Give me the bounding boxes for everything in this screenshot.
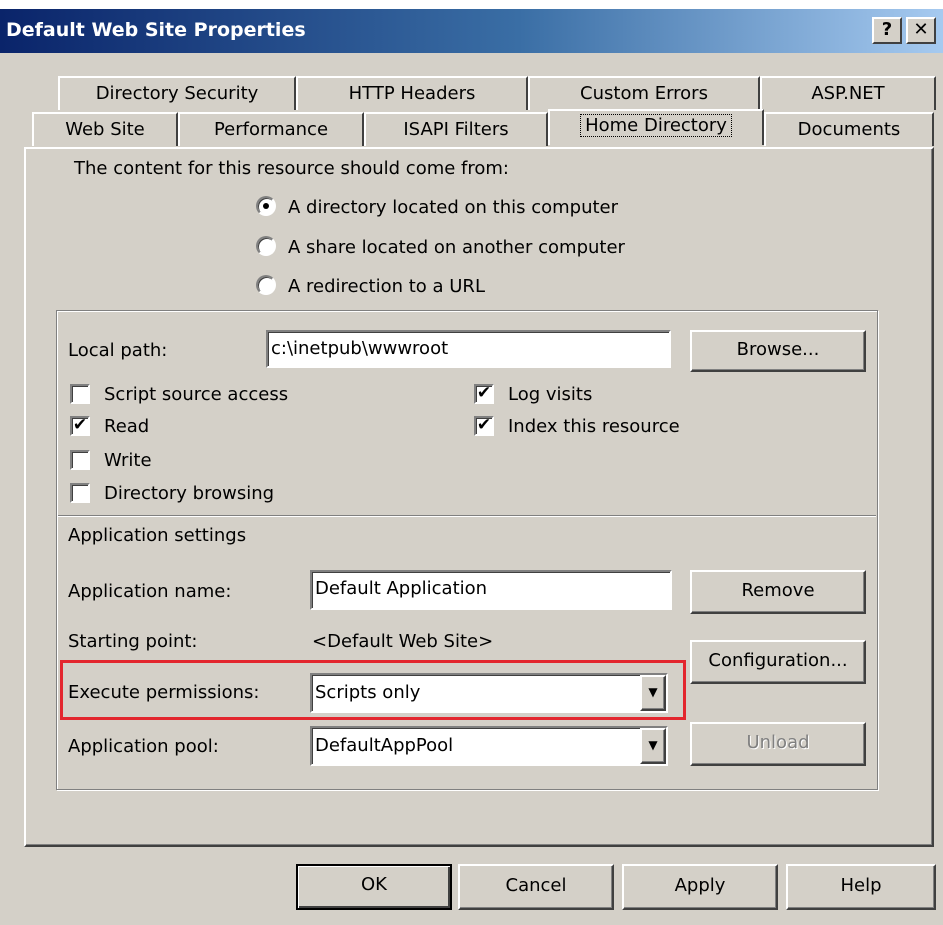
help-icon: ? — [881, 19, 893, 40]
tab-label: Custom Errors — [580, 83, 708, 104]
application-pool-select[interactable]: DefaultAppPool ▼ — [310, 726, 668, 766]
content-source-heading: The content for this resource should com… — [74, 158, 509, 179]
ok-button[interactable]: OK — [296, 864, 452, 910]
tab-asp-net[interactable]: ASP.NET — [760, 76, 936, 110]
checkmark-icon: ✔ — [72, 415, 88, 435]
tab-http-headers[interactable]: HTTP Headers — [296, 76, 528, 110]
window-title: Default Web Site Properties — [6, 19, 306, 41]
tab-directory-security[interactable]: Directory Security — [58, 76, 296, 110]
checkbox-write-label: Write — [104, 450, 152, 471]
tab-label: Directory Security — [95, 83, 259, 104]
radio-selected-dot — [263, 203, 269, 209]
chevron-down-icon[interactable]: ▼ — [640, 728, 666, 764]
cancel-button[interactable]: Cancel — [458, 864, 614, 910]
tab-label: ISAPI Filters — [403, 119, 509, 140]
tab-isapi-filters[interactable]: ISAPI Filters — [364, 112, 548, 146]
tab-web-site[interactable]: Web Site — [32, 112, 178, 146]
unload-button[interactable]: Unload — [690, 722, 866, 766]
remove-button[interactable]: Remove — [690, 570, 866, 614]
starting-point-value: <Default Web Site> — [312, 631, 494, 652]
checkbox-script-source-access-label: Script source access — [104, 384, 289, 405]
execute-permissions-highlight — [60, 660, 686, 720]
radio-network-share[interactable] — [256, 236, 276, 256]
local-path-field[interactable]: c:\inetpub\wwwroot — [266, 330, 671, 368]
help-button[interactable]: Help — [786, 864, 936, 910]
close-caption-button[interactable]: ✕ — [906, 17, 936, 44]
checkbox-index-resource-label: Index this resource — [508, 416, 680, 437]
application-pool-value: DefaultAppPool — [315, 735, 454, 756]
checkmark-icon: ✔ — [476, 383, 492, 403]
radio-local-directory[interactable] — [256, 196, 276, 216]
tab-label: Home Directory — [580, 114, 732, 137]
application-name-label: Application name: — [68, 581, 232, 602]
radio-url-redirection-label: A redirection to a URL — [288, 276, 485, 297]
section-divider — [58, 515, 876, 517]
application-settings-heading: Application settings — [68, 525, 247, 546]
checkbox-directory-browsing[interactable] — [70, 483, 90, 503]
browse-button[interactable]: Browse... — [690, 330, 866, 372]
tab-custom-errors[interactable]: Custom Errors — [528, 76, 760, 110]
local-path-label: Local path: — [68, 340, 168, 361]
configuration-button[interactable]: Configuration... — [690, 640, 866, 684]
checkbox-read[interactable]: ✔ — [70, 416, 90, 436]
checkmark-icon: ✔ — [476, 415, 492, 435]
checkbox-write[interactable] — [70, 450, 90, 470]
tab-documents[interactable]: Documents — [764, 112, 934, 146]
application-pool-label: Application pool: — [68, 736, 219, 757]
radio-local-directory-label: A directory located on this computer — [288, 197, 619, 218]
close-icon: ✕ — [913, 19, 929, 40]
tab-label: Performance — [213, 119, 329, 140]
starting-point-label: Starting point: — [68, 631, 198, 652]
checkbox-script-source-access[interactable] — [70, 384, 90, 404]
help-caption-button[interactable]: ? — [872, 17, 902, 44]
checkbox-directory-browsing-label: Directory browsing — [104, 483, 275, 504]
checkbox-log-visits-label: Log visits — [508, 384, 593, 405]
application-name-field[interactable]: Default Application — [310, 570, 672, 610]
apply-button[interactable]: Apply — [622, 864, 778, 910]
tab-label: HTTP Headers — [348, 83, 476, 104]
checkbox-index-resource[interactable]: ✔ — [474, 416, 494, 436]
checkbox-log-visits[interactable]: ✔ — [474, 384, 494, 404]
tab-performance[interactable]: Performance — [178, 112, 364, 146]
tab-label: Documents — [797, 119, 901, 140]
tab-label: ASP.NET — [811, 83, 885, 104]
tab-home-directory[interactable]: Home Directory — [548, 109, 764, 145]
checkbox-read-label: Read — [104, 416, 150, 437]
radio-url-redirection[interactable] — [256, 275, 276, 295]
radio-network-share-label: A share located on another computer — [288, 237, 625, 258]
tab-label: Web Site — [65, 119, 145, 140]
